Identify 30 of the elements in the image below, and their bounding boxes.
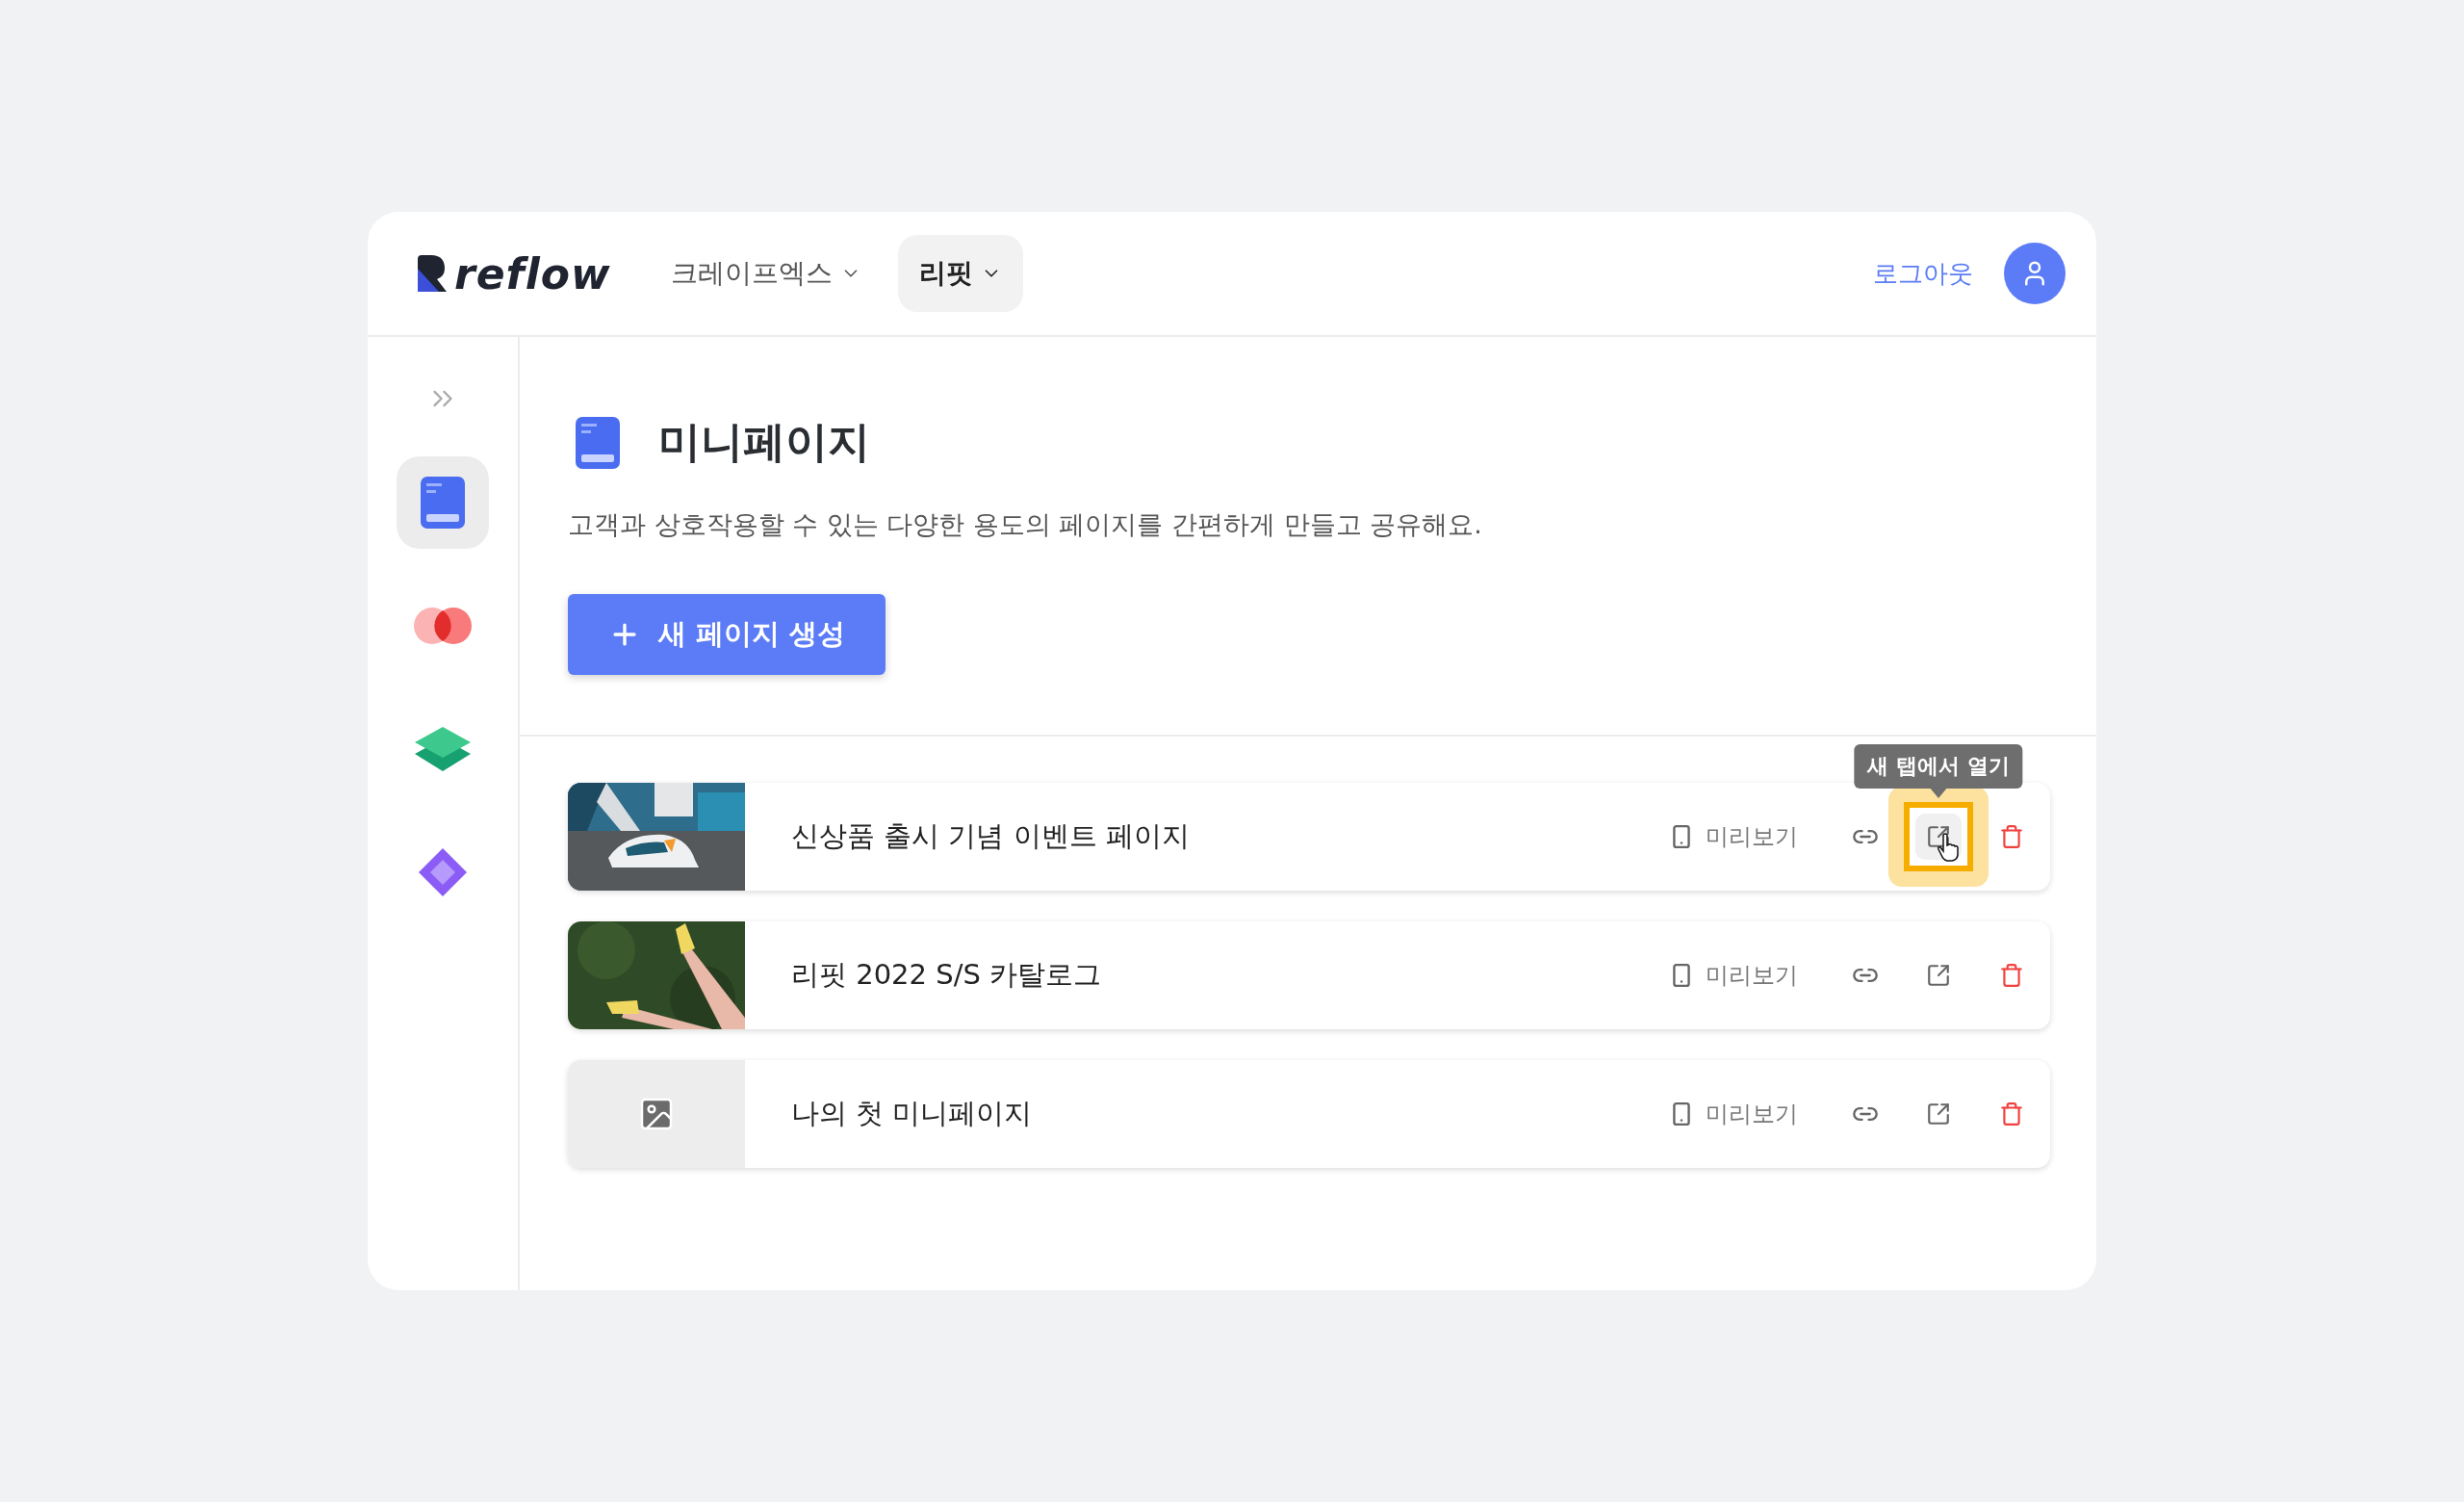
- sidebar-item[interactable]: [397, 456, 489, 549]
- external-link-icon: [1926, 824, 1951, 849]
- trash-icon: [1999, 963, 2024, 988]
- page-description: 고객과 상호작용할 수 있는 다양한 용도의 페이지를 간편하게 만들고 공유해요.: [568, 508, 1483, 541]
- logo-icon: [418, 255, 447, 292]
- logout-link[interactable]: 로그아웃: [1873, 256, 1973, 291]
- diamond-icon: [419, 848, 467, 896]
- page-row[interactable]: 리핏 2022 S/S 카탈로그 미리보기: [568, 921, 2050, 1029]
- overlapping-circles-icon: [413, 607, 473, 645]
- create-page-button[interactable]: 새 페이지 생성: [568, 594, 886, 675]
- hand-cursor-icon: [1937, 833, 1962, 862]
- workspace-dropdown[interactable]: 리핏: [897, 235, 1023, 312]
- tooltip: 새 탭에서 열기: [1854, 744, 2023, 789]
- page-name: 나의 첫 미니페이지: [791, 1096, 1034, 1131]
- trash-icon: [1999, 824, 2024, 849]
- page-icon: [576, 416, 620, 469]
- page-name: 신상품 출시 기념 이벤트 페이지: [791, 818, 1191, 854]
- preview-button[interactable]: 미리보기: [1663, 820, 1804, 853]
- preview-button[interactable]: 미리보기: [1663, 959, 1804, 992]
- page-title: 미니페이지: [658, 416, 870, 468]
- preview-button[interactable]: 미리보기: [1663, 1098, 1804, 1130]
- page-icon: [421, 477, 465, 529]
- external-link-icon: [1926, 1101, 1951, 1126]
- page-row[interactable]: 나의 첫 미니페이지 미리보기: [568, 1060, 2050, 1168]
- workspace-dropdown[interactable]: 크레이프엑스: [649, 235, 883, 312]
- layers-icon: [415, 727, 471, 771]
- external-link-icon: [1926, 963, 1951, 988]
- page-name: 리핏 2022 S/S 카탈로그: [791, 957, 1103, 993]
- brand-name: reflow: [454, 248, 611, 298]
- trash-icon: [1999, 1101, 2024, 1126]
